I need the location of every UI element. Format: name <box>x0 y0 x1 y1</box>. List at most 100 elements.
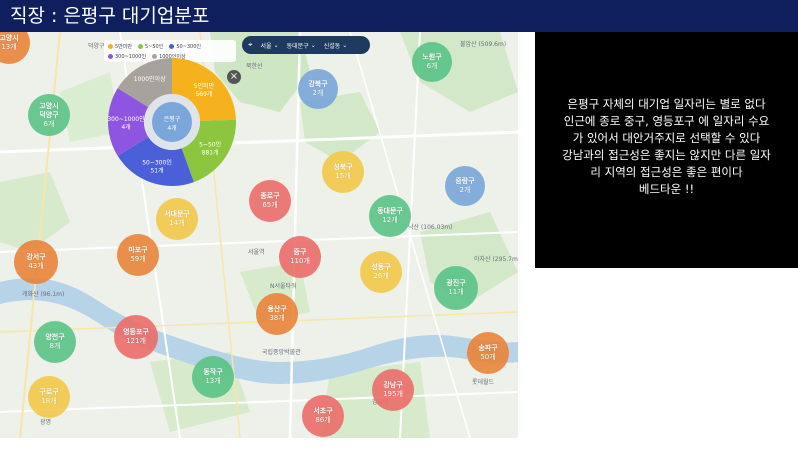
commentary-line: 베드타운 !! <box>638 182 695 196</box>
district-name: 서대문구 <box>164 210 190 218</box>
district-bubble-jungnang[interactable]: 중랑구 2개 <box>445 166 485 206</box>
district-count: 8개 <box>49 342 61 350</box>
district-count: 26개 <box>373 272 389 280</box>
district-select[interactable]: 동대문구 ⌄ <box>287 41 316 50</box>
chevron-down-icon: ⌄ <box>273 41 279 49</box>
district-name: 동대문구 <box>377 207 403 215</box>
district-count: 18개 <box>41 397 57 405</box>
map-label-achasan: 아차산 (295.7m) <box>474 255 518 263</box>
chevron-down-icon: ⌄ <box>310 41 316 49</box>
district-name: 성북구 <box>333 163 353 171</box>
legend-item: 5만미만 <box>108 43 132 50</box>
district-count: 12개 <box>382 216 398 224</box>
legend-item: 50~300인 <box>169 43 201 50</box>
district-bubble-gangseo[interactable]: 강서구 43개 <box>14 240 58 284</box>
district-name: 고양시 <box>0 34 19 42</box>
close-popup-button[interactable]: × <box>227 70 241 84</box>
dong-select[interactable]: 신설동 ⌄ <box>324 41 348 50</box>
district-count: 13개 <box>1 43 17 51</box>
district-bubble-dongdaemun[interactable]: 동대문구 12개 <box>369 195 411 237</box>
district-name: 종로구 <box>260 192 280 200</box>
map-label-namsan: N서울타워 <box>270 282 297 290</box>
legend-swatch <box>137 43 143 49</box>
city-select[interactable]: 서울 ⌄ <box>261 41 279 50</box>
district-name: 고양시 <box>39 101 59 110</box>
donut-segment-label: 50~300인 <box>142 159 172 166</box>
district-bubble-mapo[interactable]: 마포구 59개 <box>117 234 159 276</box>
commentary-panel: 은평구 자체의 대기업 일자리는 별로 없다 인근에 종로 중구, 영등포구 에… <box>535 32 798 268</box>
district-bubble-yangcheon[interactable]: 양천구 8개 <box>34 321 76 363</box>
donut-segment-label: 5인미만 <box>194 82 215 90</box>
district-count: 121개 <box>126 337 146 345</box>
district-name: 중구 <box>293 248 307 256</box>
district-bubble-jongno[interactable]: 종로구 65개 <box>249 180 291 222</box>
legend-label: 50~300인 <box>176 43 202 50</box>
district-bubble-seongdong[interactable]: 성동구 26개 <box>360 251 402 293</box>
donut-segment-label: 1000인이상 <box>134 75 166 83</box>
map-terrain: 덕양구 북한산 불암산 (509.6m) 낙산 (106.03m) 아차산 (2… <box>0 32 518 438</box>
district-name: 동작구 <box>203 368 223 376</box>
district-bubble-seocho[interactable]: 서초구 86개 <box>302 395 344 437</box>
district-bubble-gwangjin[interactable]: 광진구 11개 <box>434 266 478 310</box>
district-name: 강북구 <box>308 80 328 88</box>
city-select-value: 서울 <box>260 42 272 50</box>
map-label-gwangmyeong: 광명 <box>40 418 51 426</box>
district-name: 성동구 <box>371 263 391 271</box>
district-bubble-songpa[interactable]: 송파구 50개 <box>467 332 509 374</box>
donut-segment-value: 881개 <box>202 149 219 157</box>
map-label-nowon-mt: 불암산 (509.6m) <box>460 40 506 48</box>
donut-segment-label: 300~1000인 <box>107 116 144 123</box>
company-size-donut[interactable]: 5인미만569개5~50인881개50~300인51개300~1000인4개10… <box>106 56 238 188</box>
district-count: 14개 <box>169 219 185 227</box>
district-count: 6개 <box>43 119 55 128</box>
district-count: 43개 <box>28 262 44 270</box>
map-view[interactable]: 덕양구 북한산 불암산 (509.6m) 낙산 (106.03m) 아차산 (2… <box>0 32 518 438</box>
location-pin-icon: ⌖ <box>248 40 253 49</box>
map-label-gaehwa: 개화산 (96.1m) <box>22 290 64 298</box>
district-count: 13개 <box>205 377 221 385</box>
commentary-line: 가 있어서 대안거주지로 선택할 수 있다 <box>572 131 761 145</box>
map-label-naksan: 낙산 (106.03m) <box>408 223 452 231</box>
district-name: 노원구 <box>422 53 442 61</box>
district-name: 마포구 <box>128 246 148 254</box>
district-count: 65개 <box>262 201 278 209</box>
district-bubble-yongsan[interactable]: 용산구 38개 <box>256 293 298 335</box>
district-name: 덕양구 <box>39 110 59 119</box>
slide-title-text: 직장 : 은평구 대기업분포 <box>10 5 210 27</box>
map-label-bukhansan: 북한산 <box>246 62 263 70</box>
map-label-seoul-station: 서울역 <box>248 248 265 256</box>
district-bubble-guro[interactable]: 구로구 18개 <box>28 376 70 418</box>
district-name: 송파구 <box>478 344 498 352</box>
district-bubble-gangnam[interactable]: 강남구 195개 <box>372 369 414 411</box>
legend-label: 5~50인 <box>144 43 164 50</box>
district-count: 6개 <box>426 62 438 70</box>
legend-swatch <box>169 43 175 49</box>
district-count: 2개 <box>312 89 324 97</box>
district-name: 용산구 <box>267 305 287 313</box>
district-bubble-junggu[interactable]: 중구 110개 <box>279 236 321 278</box>
donut-segment-value: 51개 <box>150 166 163 174</box>
district-count: 15개 <box>335 172 351 180</box>
district-bubble-gangbuk[interactable]: 강북구 2개 <box>298 69 338 109</box>
district-name: 강서구 <box>26 253 46 261</box>
close-icon: × <box>229 71 239 82</box>
region-filter-bar: ⌖ 서울 ⌄ 동대문구 ⌄ 신설동 ⌄ <box>242 36 370 54</box>
district-bubble-seodaemun[interactable]: 서대문구 14개 <box>156 198 198 240</box>
district-name: 구로구 <box>39 388 59 396</box>
district-name: 중랑구 <box>455 177 475 185</box>
donut-center-name: 은평구 <box>164 115 181 123</box>
district-bubble-yeongdeungpo[interactable]: 영등포구 121개 <box>114 315 158 359</box>
district-name: 광진구 <box>446 279 466 287</box>
district-name: 양천구 <box>45 333 65 341</box>
district-bubble-nowon[interactable]: 노원구 6개 <box>412 42 452 82</box>
district-count: 50개 <box>480 353 496 361</box>
district-count: 38개 <box>269 314 285 322</box>
commentary-line: 은평구 자체의 대기업 일자리는 별로 없다 <box>567 97 766 111</box>
district-bubble-deokyang[interactable]: 고양시 덕양구 6개 <box>28 94 70 136</box>
legend-label: 5만미만 <box>115 43 132 50</box>
district-bubble-seongbuk[interactable]: 성북구 15개 <box>322 151 364 193</box>
commentary-line: 인근에 종로 중구, 영등포구 에 일자리 수요 <box>563 114 770 128</box>
legend-item: 5~50인 <box>137 43 164 50</box>
donut-segment-label: 5~50인 <box>199 142 221 149</box>
district-bubble-dongjak[interactable]: 동작구 13개 <box>192 356 234 398</box>
